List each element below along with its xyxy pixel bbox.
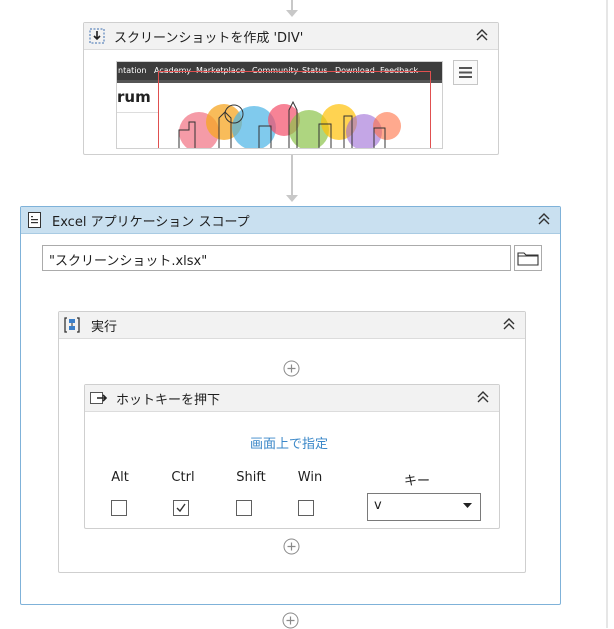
collapse-icon[interactable]	[474, 27, 490, 43]
take-screenshot-header[interactable]: スクリーンショットを作成 'DIV'	[84, 23, 498, 50]
key-select[interactable]: v	[367, 493, 481, 521]
screenshot-icon	[89, 28, 105, 44]
collapse-icon[interactable]	[536, 211, 552, 227]
take-screenshot-title: スクリーンショットを作成 'DIV'	[114, 31, 304, 46]
preview-divider	[117, 112, 159, 113]
alt-label: Alt	[111, 470, 129, 485]
key-select-value: v	[374, 498, 382, 513]
shift-label: Shift	[236, 470, 266, 485]
indicate-on-screen-link[interactable]: 画面上で指定	[250, 433, 328, 452]
flow-arrow-mid	[286, 195, 298, 202]
sequence-icon	[64, 317, 80, 333]
workbook-path-input[interactable]: "スクリーンショット.xlsx"	[42, 245, 511, 271]
flow-arrow-top	[286, 10, 298, 17]
add-activity-plus-icon[interactable]	[283, 360, 300, 377]
key-label: キー	[403, 474, 430, 489]
excel-scope-title: Excel アプリケーション スコープ	[52, 215, 250, 230]
alt-checkbox[interactable]	[111, 500, 127, 516]
send-hotkey-header[interactable]: ホットキーを押下	[85, 385, 499, 412]
sequence-activity[interactable]: 実行 ホットキーを押下 画面上で指定 Alt Ctrl Shift Win キー…	[58, 311, 526, 573]
add-activity-plus-icon[interactable]	[282, 612, 299, 629]
dropdown-arrow-icon	[463, 503, 472, 508]
flow-connector-top	[291, 0, 293, 10]
preview-heading: rum	[117, 88, 151, 106]
excel-application-scope[interactable]: Excel アプリケーション スコープ "スクリーンショット.xlsx" 実行	[20, 206, 561, 605]
win-checkbox[interactable]	[298, 500, 314, 516]
folder-icon	[517, 252, 539, 266]
flow-connector-mid	[291, 155, 293, 195]
preview-illustration	[178, 100, 401, 148]
sequence-header[interactable]: 実行	[59, 312, 525, 339]
ctrl-checkbox[interactable]	[173, 500, 189, 516]
screenshot-preview-image: ntation Academy Marketplace Community St…	[116, 61, 443, 149]
take-screenshot-activity[interactable]: スクリーンショットを作成 'DIV' ntation Academy Marke…	[83, 22, 499, 155]
browse-file-button[interactable]	[514, 245, 542, 271]
send-hotkey-activity[interactable]: ホットキーを押下 画面上で指定 Alt Ctrl Shift Win キー v	[84, 384, 500, 529]
screenshot-menu-button[interactable]	[453, 60, 478, 85]
collapse-icon[interactable]	[501, 316, 517, 332]
excel-scope-icon	[28, 212, 41, 228]
canvas-right-edge	[606, 0, 608, 628]
checkmark-icon	[176, 503, 186, 513]
add-activity-plus-icon[interactable]	[283, 538, 300, 555]
hamburger-icon	[459, 67, 472, 78]
excel-scope-header[interactable]: Excel アプリケーション スコープ	[21, 207, 560, 234]
win-label: Win	[297, 470, 323, 485]
ctrl-label: Ctrl	[171, 470, 195, 485]
hotkey-icon	[90, 392, 108, 404]
send-hotkey-title: ホットキーを押下	[116, 393, 221, 408]
collapse-icon[interactable]	[475, 389, 491, 405]
sequence-title: 実行	[91, 320, 118, 335]
shift-checkbox[interactable]	[236, 500, 252, 516]
preview-nav-item: ntation	[118, 66, 147, 75]
